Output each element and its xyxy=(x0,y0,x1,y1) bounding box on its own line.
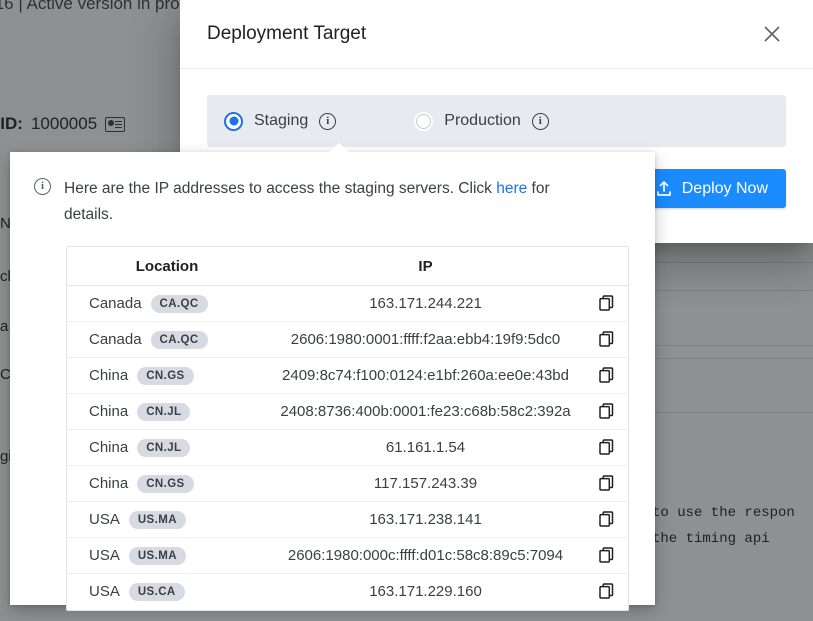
deploy-now-label: Deploy Now xyxy=(681,179,768,197)
radio-option-staging[interactable]: Staging i xyxy=(224,111,337,131)
copy-icon[interactable] xyxy=(594,327,618,351)
radio-staging-label: Staging xyxy=(254,112,309,129)
cell-actions xyxy=(584,537,628,574)
staging-ip-popover: i Here are the IP addresses to access th… xyxy=(10,143,655,611)
copy-icon[interactable] xyxy=(594,579,618,603)
cell-ip: 61.161.1.54 xyxy=(267,429,584,466)
location-country: China xyxy=(89,475,129,492)
cell-ip: 117.157.243.39 xyxy=(267,465,584,502)
location-tag: CN.JL xyxy=(137,438,191,457)
page-title: Deployment Target xyxy=(207,23,367,44)
cell-ip: 2408:8736:400b:0001:fe23:c68b:58c2:392a xyxy=(267,393,584,430)
cell-location: Canada CA.QC xyxy=(67,285,267,322)
radio-staging-indicator[interactable] xyxy=(224,111,243,131)
location-tag: US.MA xyxy=(128,546,186,565)
cell-actions xyxy=(584,285,628,322)
upload-deploy-icon xyxy=(656,180,671,196)
copy-icon[interactable] xyxy=(594,399,618,423)
info-icon: i xyxy=(34,178,51,195)
radio-production-label: Production xyxy=(444,112,521,129)
info-icon-production[interactable]: i xyxy=(531,112,549,130)
location-country: Canada xyxy=(89,295,142,312)
cell-actions xyxy=(584,574,628,610)
cell-actions xyxy=(584,357,628,394)
radio-option-production[interactable]: Production i xyxy=(414,111,549,131)
cell-location: China CN.GS xyxy=(67,357,267,394)
location-tag: CA.QC xyxy=(150,330,208,349)
table-row: USA US.MA 163.171.238.141 xyxy=(67,501,628,538)
location-country: China xyxy=(89,403,129,420)
table-row: Canada CA.QC 163.171.244.221 xyxy=(67,285,628,322)
deploy-now-button[interactable]: Deploy Now xyxy=(637,169,786,208)
copy-icon[interactable] xyxy=(594,507,618,531)
copy-icon[interactable] xyxy=(594,435,618,459)
cell-actions xyxy=(584,393,628,430)
cell-ip: 163.171.229.160 xyxy=(369,583,482,601)
ip-table-container: Location IP Canada CA.QC 163.171.244.221 Ca… xyxy=(66,246,629,611)
popover-note: i Here are the IP addresses to access th… xyxy=(30,168,635,228)
popover-arrow xyxy=(328,143,350,153)
copy-icon[interactable] xyxy=(594,291,618,315)
ip-table-body: Canada CA.QC 163.171.244.221 Canada CA.QC 260… xyxy=(67,285,628,610)
cell-location: USA US.CA xyxy=(67,574,267,610)
copy-icon[interactable] xyxy=(594,471,618,495)
table-header-row: Location IP xyxy=(67,247,628,286)
cell-actions xyxy=(584,501,628,538)
dialog-actions: Deploy Now xyxy=(637,169,786,208)
cell-ip: 2606:1980:000c:ffff:d01c:58c8:89c5:7094 xyxy=(267,537,584,574)
cell-ip: 2606:1980:0001:ffff:f2aa:ebb4:19f9:5dc0 xyxy=(267,321,584,358)
cell-actions xyxy=(584,321,628,358)
cell-ip: 2409:8c74:f100:0124:e1bf:260a:ee0e:43bd xyxy=(267,357,584,394)
popover-text-before: Here are the IP addresses to access the … xyxy=(64,180,497,197)
location-tag: CN.JL xyxy=(137,402,191,421)
table-row: China CN.JL 61.161.1.54 xyxy=(67,429,628,466)
cell-location: USA US.MA xyxy=(67,501,267,538)
table-row: China CN.GS 2409:8c74:f100:0124:e1bf:260a:… xyxy=(67,357,628,394)
info-icon-staging[interactable]: i xyxy=(319,112,337,130)
cell-location: China CN.GS xyxy=(67,465,267,502)
table-row: USA US.CA 163.171.229.160 xyxy=(67,574,628,610)
table-row: Canada CA.QC 2606:1980:0001:ffff:f2aa:ebb4… xyxy=(67,321,628,358)
close-icon[interactable] xyxy=(757,19,787,49)
cell-actions xyxy=(584,465,628,502)
location-country: USA xyxy=(89,511,120,528)
location-country: USA xyxy=(89,583,120,601)
location-tag: CN.GS xyxy=(137,474,194,493)
dialog-header: Deployment Target xyxy=(180,0,813,69)
location-country: China xyxy=(89,367,129,384)
cell-location: USA US.MA xyxy=(67,537,267,574)
table-row: USA US.MA 2606:1980:000c:ffff:d01c:58c8:89… xyxy=(67,537,628,574)
deployment-target-options: Staging i Production i xyxy=(207,95,786,147)
cell-location: China CN.JL xyxy=(67,429,267,466)
location-country: China xyxy=(89,439,129,456)
copy-icon[interactable] xyxy=(594,363,618,387)
cell-actions xyxy=(584,429,628,466)
ip-address-table: Location IP Canada CA.QC 163.171.244.221 Ca… xyxy=(67,247,628,610)
column-header-actions xyxy=(584,247,628,286)
details-link[interactable]: here xyxy=(496,180,527,197)
location-tag: CN.GS xyxy=(137,366,194,385)
column-header-ip: IP xyxy=(267,247,584,286)
column-header-location: Location xyxy=(67,247,267,286)
cell-ip: 163.171.244.221 xyxy=(267,285,584,322)
cell-location: Canada CA.QC xyxy=(67,321,267,358)
cell-location: China CN.JL xyxy=(67,393,267,430)
location-country: USA xyxy=(89,547,120,564)
location-tag: US.MA xyxy=(128,510,186,529)
cell-ip: 163.171.238.141 xyxy=(267,501,584,538)
radio-production-indicator[interactable] xyxy=(414,111,434,131)
location-tag: CA.QC xyxy=(150,294,208,313)
location-tag: US.CA xyxy=(128,582,185,601)
table-row: China CN.GS 117.157.243.39 xyxy=(67,465,628,502)
popover-note-text: Here are the IP addresses to access the … xyxy=(64,176,594,228)
table-row: China CN.JL 2408:8736:400b:0001:fe23:c68b:… xyxy=(67,393,628,430)
location-country: Canada xyxy=(89,331,142,348)
copy-icon[interactable] xyxy=(594,543,618,567)
